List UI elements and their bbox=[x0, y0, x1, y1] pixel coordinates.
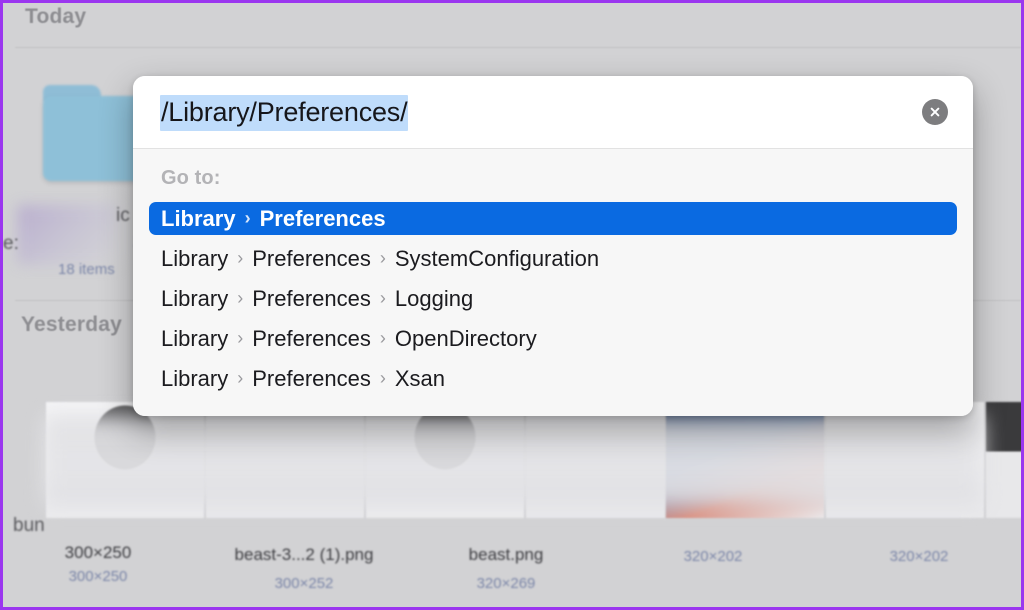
suggestion-row[interactable]: Library › Preferences › OpenDirectory bbox=[149, 322, 957, 355]
file-partial-label: bun bbox=[13, 515, 45, 536]
chevron-right-icon: › bbox=[237, 248, 244, 268]
suggestion-row[interactable]: Library › Preferences › SystemConfigurat… bbox=[149, 242, 957, 275]
path-crumb: Library bbox=[161, 245, 229, 271]
path-crumb: Logging bbox=[394, 285, 474, 311]
suggestion-row[interactable]: Library › Preferences › Xsan bbox=[149, 362, 957, 395]
chevron-right-icon: › bbox=[379, 248, 386, 268]
file-dimensions: 320×269 bbox=[476, 575, 536, 592]
file-name: 300×250 bbox=[64, 543, 132, 562]
path-crumb: OpenDirectory bbox=[394, 325, 537, 351]
file-dimensions: 300×252 bbox=[274, 575, 334, 592]
path-crumb: Library bbox=[161, 285, 229, 311]
file-name: beast.png bbox=[468, 545, 544, 564]
path-crumb: Preferences bbox=[252, 325, 371, 351]
go-to-folder-dialog[interactable]: /Library/Preferences/ Go to: Library › P… bbox=[133, 76, 973, 416]
chevron-right-icon: › bbox=[379, 368, 386, 388]
file-dimensions: 320×202 bbox=[683, 548, 743, 565]
chevron-right-icon: › bbox=[237, 288, 244, 308]
file-name: beast-3...2 (1).png bbox=[234, 545, 374, 564]
section-divider bbox=[15, 47, 1021, 48]
blurred-overlay bbox=[43, 415, 983, 507]
path-crumb: Preferences bbox=[252, 365, 371, 391]
go-to-label: Go to: bbox=[161, 167, 221, 189]
section-header-today: Today bbox=[25, 5, 87, 28]
file-dimensions: 300×250 bbox=[68, 568, 128, 585]
path-crumb: Library bbox=[161, 365, 229, 391]
path-crumb: Preferences bbox=[259, 205, 386, 231]
screenshot-frame: Today e: ic 3 18 items Yesterday bun bbox=[0, 0, 1024, 610]
chevron-right-icon: › bbox=[379, 288, 386, 308]
file-thumbnail[interactable] bbox=[985, 401, 1021, 519]
folder-partial-label-right: ic bbox=[116, 205, 130, 226]
redacted-block bbox=[17, 205, 117, 265]
section-header-yesterday: Yesterday bbox=[21, 313, 123, 336]
chevron-right-icon: › bbox=[244, 208, 251, 228]
folder-partial-label-left: e: bbox=[3, 233, 19, 254]
path-crumb: Library bbox=[161, 325, 229, 351]
suggestion-list[interactable]: Go to: Library › Preferences Library › P… bbox=[133, 149, 973, 416]
chevron-right-icon: › bbox=[237, 368, 244, 388]
path-crumb: Preferences bbox=[252, 285, 371, 311]
path-field-row[interactable]: /Library/Preferences/ bbox=[133, 76, 973, 149]
chevron-right-icon: › bbox=[237, 328, 244, 348]
path-crumb: Preferences bbox=[252, 245, 371, 271]
close-circle-icon[interactable] bbox=[922, 99, 948, 125]
path-crumb: Library bbox=[161, 205, 236, 231]
path-input[interactable]: /Library/Preferences/ bbox=[160, 95, 409, 131]
folder-items-count: 18 items bbox=[58, 261, 115, 278]
path-crumb: Xsan bbox=[394, 365, 446, 391]
chevron-right-icon: › bbox=[379, 328, 386, 348]
suggestion-row[interactable]: Library › Preferences › Logging bbox=[149, 282, 957, 315]
path-crumb: SystemConfiguration bbox=[394, 245, 600, 271]
file-dimensions: 320×202 bbox=[889, 548, 949, 565]
suggestion-row[interactable]: Library › Preferences bbox=[149, 202, 957, 235]
thumbnail-art bbox=[986, 402, 1021, 518]
